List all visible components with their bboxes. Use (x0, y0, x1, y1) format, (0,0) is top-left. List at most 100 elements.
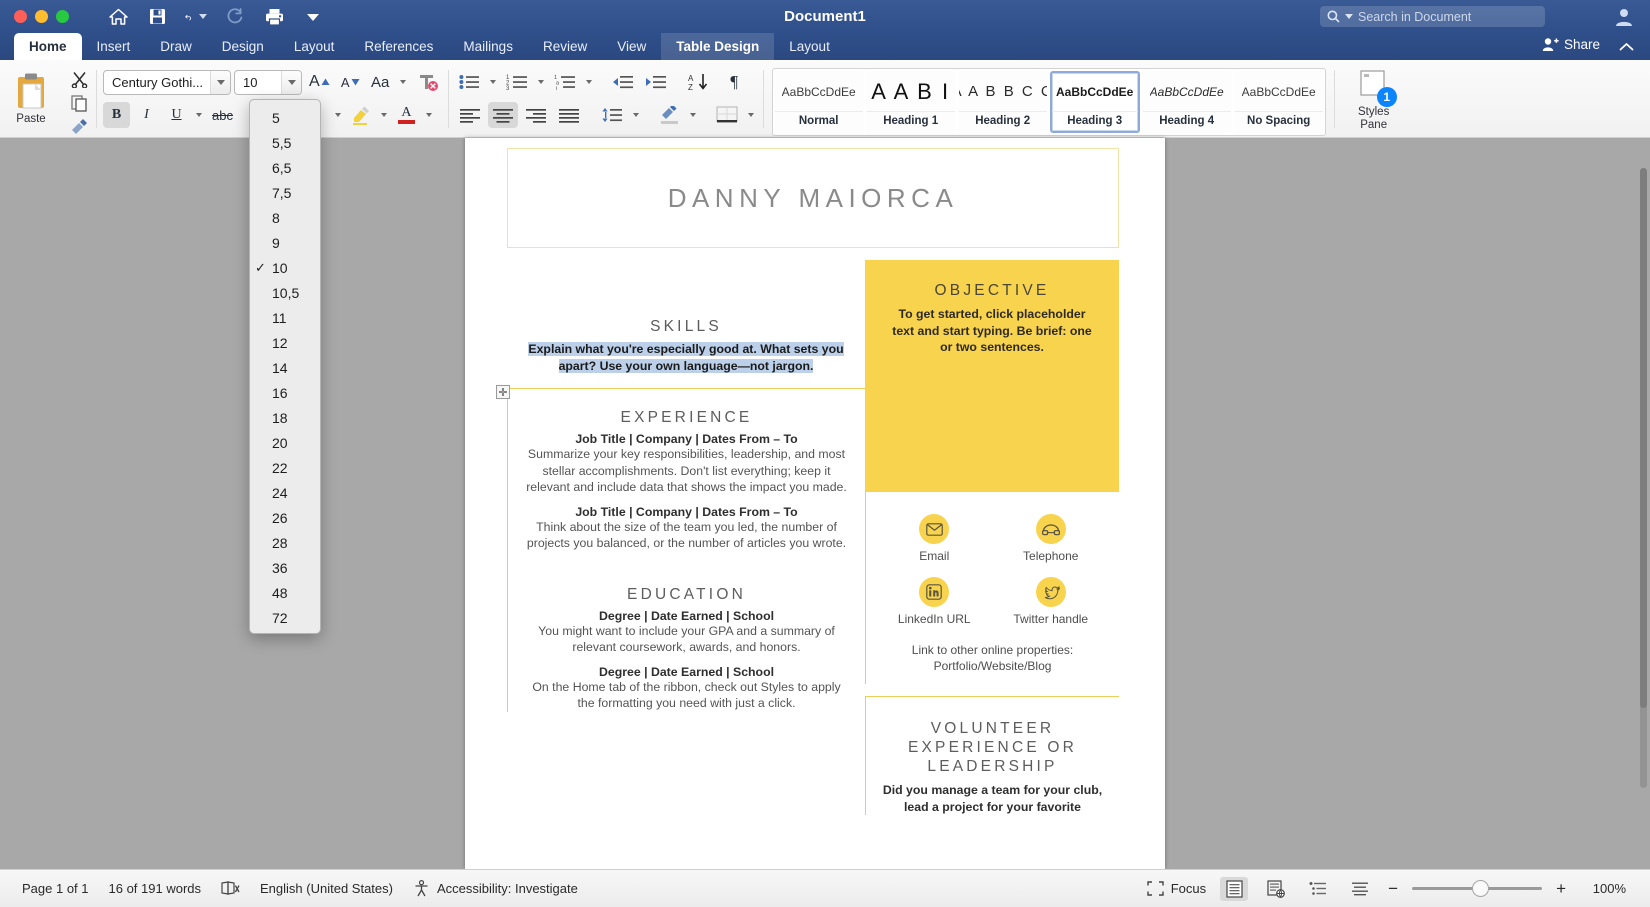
font-size-option-9[interactable]: 9 (250, 230, 320, 255)
education-body-1[interactable]: You might want to include your GPA and a… (526, 623, 847, 656)
borders-button[interactable] (712, 102, 742, 128)
education-subhead-1[interactable]: Degree | Date Earned | School (526, 609, 847, 623)
font-name-dropdown-arrow[interactable] (210, 71, 230, 94)
font-size-combo[interactable]: 10 (234, 70, 302, 95)
font-size-option-7-5[interactable]: 7,5 (250, 180, 320, 205)
copy-icon[interactable] (68, 93, 90, 113)
education-body-2[interactable]: On the Home tab of the ribbon, check out… (526, 679, 847, 712)
maximize-window-button[interactable] (56, 10, 69, 23)
underline-caret[interactable] (196, 113, 202, 117)
search-options-caret[interactable] (1345, 14, 1353, 19)
style-heading-1[interactable]: A A B I Heading 1 (866, 71, 956, 133)
style-no-spacing[interactable]: AaBbCcDdEe No Spacing (1234, 71, 1324, 133)
multilevel-list-caret[interactable] (586, 80, 592, 84)
chevron-up-icon[interactable] (1619, 39, 1634, 57)
format-painter-icon[interactable] (68, 117, 90, 137)
font-size-option-26[interactable]: 26 (250, 505, 320, 530)
focus-button[interactable]: Focus (1147, 881, 1206, 896)
experience-body-1[interactable]: Summarize your key responsibilities, lea… (526, 446, 847, 496)
save-icon[interactable] (146, 6, 168, 28)
contact-linkedin[interactable]: LinkedIn URL (876, 577, 993, 626)
bold-button[interactable]: B (103, 102, 130, 128)
scrollbar-thumb[interactable] (1640, 168, 1647, 708)
table-move-handle[interactable]: ✛ (496, 385, 510, 399)
grow-font-button[interactable]: A (305, 69, 334, 95)
font-size-option-10[interactable]: ✓10 (250, 255, 320, 280)
draft-view-button[interactable] (1346, 877, 1374, 901)
print-icon[interactable] (263, 6, 285, 28)
font-size-option-18[interactable]: 18 (250, 405, 320, 430)
customize-toolbar-icon[interactable] (302, 6, 324, 28)
font-size-dropdown-arrow[interactable] (281, 71, 301, 94)
font-size-option-24[interactable]: 24 (250, 480, 320, 505)
account-icon[interactable] (1612, 5, 1636, 34)
underline-button[interactable]: U (163, 102, 190, 128)
strikethrough-button[interactable]: abc (208, 102, 237, 128)
undo-icon[interactable] (185, 6, 207, 28)
zoom-in-button[interactable]: + (1556, 879, 1566, 899)
contact-telephone[interactable]: Telephone (993, 514, 1110, 563)
change-case-button[interactable]: Aa (367, 69, 394, 95)
shading-button[interactable] (655, 102, 684, 128)
online-properties-line2[interactable]: Portfolio/Website/Blog (876, 658, 1109, 674)
highlight-button[interactable] (347, 102, 375, 128)
zoom-slider[interactable] (1412, 887, 1542, 890)
font-color-caret[interactable] (426, 113, 432, 117)
show-formatting-marks-button[interactable]: ¶ (721, 69, 748, 95)
justify-button[interactable] (554, 102, 584, 128)
highlight-caret[interactable] (381, 113, 387, 117)
document-page[interactable]: DANNY MAIORCA SKILLS Explain what you're… (465, 138, 1165, 869)
tab-table-layout[interactable]: Layout (774, 33, 845, 60)
italic-button[interactable]: I (133, 102, 160, 128)
font-size-option-14[interactable]: 14 (250, 355, 320, 380)
font-size-option-8[interactable]: 8 (250, 205, 320, 230)
tab-insert[interactable]: Insert (82, 33, 146, 60)
minimize-window-button[interactable] (35, 10, 48, 23)
tab-references[interactable]: References (349, 33, 448, 60)
align-right-button[interactable] (521, 102, 551, 128)
zoom-level[interactable]: 100% (1580, 881, 1626, 896)
style-heading-2[interactable]: A A B B C C Heading 2 (958, 71, 1048, 133)
font-size-option-22[interactable]: 22 (250, 455, 320, 480)
contact-email[interactable]: Email (876, 514, 993, 563)
font-size-option-48[interactable]: 48 (250, 580, 320, 605)
style-normal[interactable]: AaBbCcDdEe Normal (774, 71, 864, 133)
cut-icon[interactable] (68, 69, 90, 89)
online-properties-line1[interactable]: Link to other online properties: (876, 642, 1109, 658)
vertical-scrollbar[interactable] (1640, 168, 1647, 788)
font-size-option-5[interactable]: 5 (250, 105, 320, 130)
experience-subhead-1[interactable]: Job Title | Company | Dates From – To (526, 432, 847, 446)
resume-name-cell[interactable]: DANNY MAIORCA (507, 148, 1119, 248)
font-size-option-16[interactable]: 16 (250, 380, 320, 405)
font-color-button[interactable]: A (393, 102, 420, 128)
language-indicator[interactable]: English (United States) (260, 881, 393, 896)
style-heading-4[interactable]: AaBbCcDdEe Heading 4 (1142, 71, 1232, 133)
proofing-status[interactable] (221, 881, 240, 896)
font-size-option-5-5[interactable]: 5,5 (250, 130, 320, 155)
borders-caret[interactable] (748, 113, 754, 117)
decrease-indent-button[interactable] (608, 69, 638, 95)
tab-view[interactable]: View (602, 33, 661, 60)
objective-section[interactable]: OBJECTIVE To get started, click placehol… (865, 260, 1119, 492)
share-button[interactable]: Share (1542, 37, 1600, 52)
increase-indent-button[interactable] (641, 69, 671, 95)
font-size-dropdown-menu[interactable]: 5 5,5 6,5 7,5 8 9 ✓10 10,5 11 12 14 16 1… (249, 99, 321, 634)
shading-caret[interactable] (690, 113, 696, 117)
font-size-option-20[interactable]: 20 (250, 430, 320, 455)
font-name-combo[interactable]: Century Gothi... (103, 70, 231, 95)
font-size-option-72[interactable]: 72 (250, 605, 320, 630)
align-center-button[interactable] (488, 102, 518, 128)
line-spacing-button[interactable] (597, 102, 627, 128)
multilevel-list-button[interactable]: 1ai (550, 69, 580, 95)
paste-button[interactable]: Paste (14, 73, 48, 125)
zoom-out-button[interactable]: − (1388, 879, 1398, 899)
tab-layout[interactable]: Layout (279, 33, 350, 60)
tab-design[interactable]: Design (207, 33, 279, 60)
skills-body[interactable]: Explain what you're especially good at. … (527, 341, 845, 374)
experience-body-2[interactable]: Think about the size of the team you led… (526, 519, 847, 552)
sort-button[interactable]: AZ (684, 69, 712, 95)
close-window-button[interactable] (14, 10, 27, 23)
shrink-font-button[interactable]: A (337, 69, 364, 95)
web-layout-view-button[interactable] (1262, 877, 1290, 901)
font-size-option-11[interactable]: 11 (250, 305, 320, 330)
